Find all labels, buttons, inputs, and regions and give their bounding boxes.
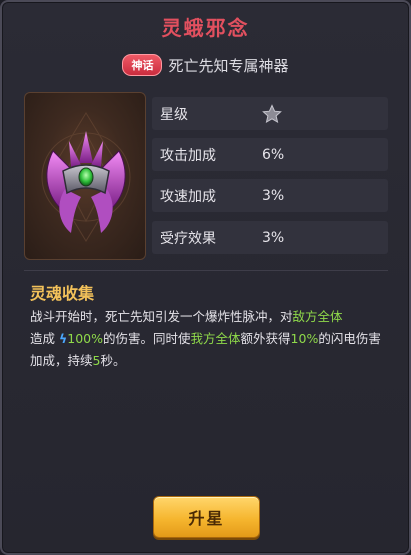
stat-label: 攻击加成 bbox=[160, 147, 216, 164]
stat-value: 3% bbox=[262, 187, 285, 204]
star-icon bbox=[262, 104, 282, 128]
rarity-badge: 神话 bbox=[122, 54, 163, 76]
stat-value: 6% bbox=[262, 146, 285, 163]
desc-highlight: 我方全体 bbox=[190, 331, 241, 346]
skill-title: 灵魂收集 bbox=[30, 284, 95, 303]
desc-text: 的伤害。同时使 bbox=[103, 331, 191, 346]
skill-description: 战斗开始时，死亡先知引发一个爆炸性脉冲，对敌方全体造成 ϟ100%的伤害。同时使… bbox=[30, 306, 386, 372]
upgrade-star-button[interactable]: 升星 bbox=[153, 496, 260, 538]
desc-highlight: 100% bbox=[67, 331, 103, 346]
desc-highlight: 敌方全体 bbox=[292, 309, 343, 324]
lightning-icon: ϟ bbox=[59, 331, 68, 346]
artifact-subtitle: 神话 死亡先知专属神器 bbox=[2, 54, 409, 76]
desc-highlight: 10% bbox=[290, 331, 319, 346]
moth-crown-icon bbox=[41, 112, 131, 242]
desc-text: 造成 bbox=[30, 331, 56, 346]
stat-row-attack: 攻击加成 6% bbox=[152, 138, 388, 171]
stat-label: 攻速加成 bbox=[160, 188, 216, 205]
stat-row-attack-speed: 攻速加成 3% bbox=[152, 179, 388, 212]
artifact-owner-text: 死亡先知专属神器 bbox=[168, 56, 289, 75]
stat-row-star: 星级 bbox=[152, 97, 388, 130]
stat-label: 星级 bbox=[160, 106, 188, 123]
stat-row-healing: 受疗效果 3% bbox=[152, 221, 388, 254]
desc-text: 战斗开始时，死亡先知引发一个爆炸性脉冲，对 bbox=[30, 309, 293, 324]
stat-label: 受疗效果 bbox=[160, 230, 216, 247]
desc-text: 秒。 bbox=[100, 353, 126, 368]
divider bbox=[24, 270, 388, 271]
artifact-title: 灵蛾邪念 bbox=[161, 16, 250, 40]
desc-text: 额外获得 bbox=[240, 331, 291, 346]
stat-value: 3% bbox=[262, 229, 285, 246]
artifact-panel: 灵蛾邪念 神话 死亡先知专属神器 星级 攻击加成 6% 攻速加成 3% 受疗效果… bbox=[0, 0, 411, 555]
artifact-image bbox=[24, 92, 146, 260]
